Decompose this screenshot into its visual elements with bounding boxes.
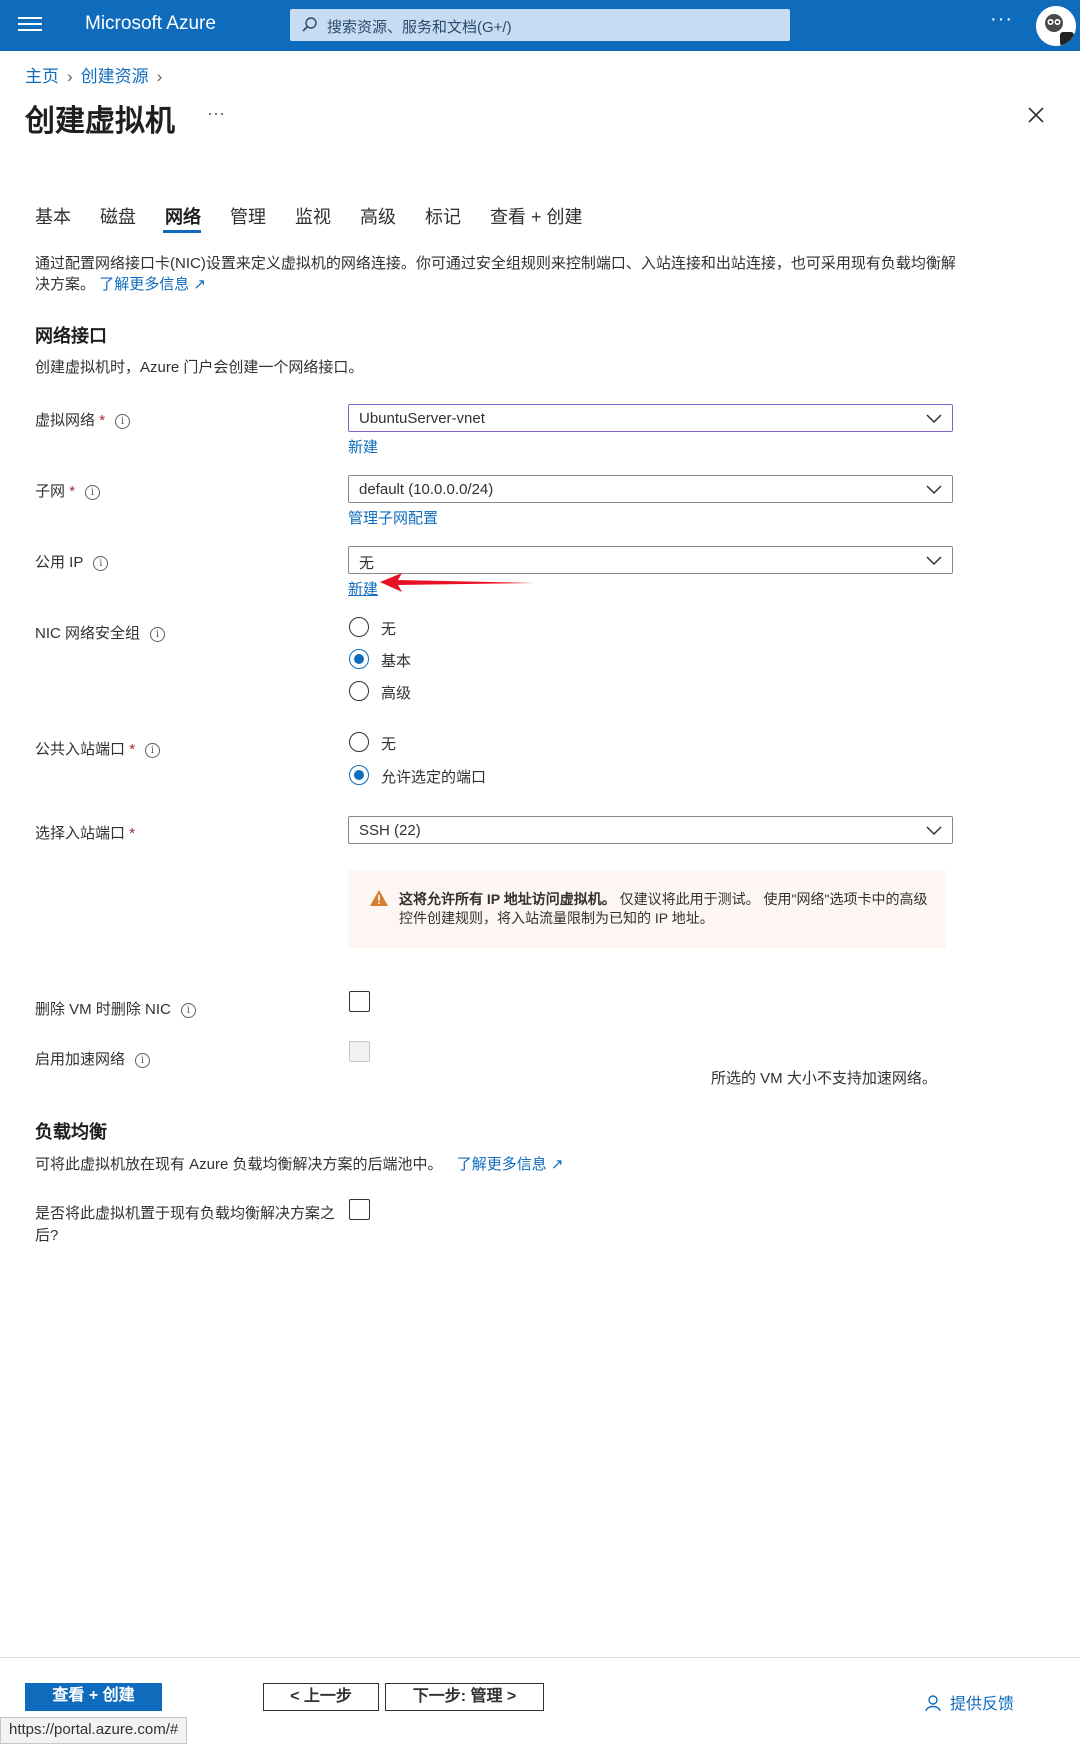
vnet-select[interactable]: UbuntuServer-vnet — [348, 404, 953, 432]
chevron-right-icon: › — [67, 67, 73, 86]
lb-section-heading: 负载均衡 — [35, 1122, 107, 1142]
vnet-label: 虚拟网络 * i — [35, 409, 131, 430]
lb-section-description: 可将此虚拟机放在现有 Azure 负载均衡解决方案的后端池中。 了解更多信息 ↗ — [35, 1156, 564, 1173]
chevron-down-icon — [926, 485, 942, 495]
chevron-right-icon: › — [156, 67, 163, 86]
inbound-ports-label: 选择入站端口 * — [35, 825, 136, 842]
tab-basics[interactable]: 基本 — [35, 203, 71, 229]
delete-nic-label: 删除 VM 时删除 NIC i — [35, 998, 196, 1019]
inbound-radio-none[interactable] — [349, 732, 369, 752]
info-icon[interactable]: i — [150, 627, 166, 642]
info-icon[interactable]: i — [180, 1003, 196, 1018]
feedback-link[interactable]: 提供反馈 — [924, 1690, 1014, 1714]
subnet-select[interactable]: default (10.0.0.0/24) — [348, 475, 953, 503]
chevron-down-icon — [926, 414, 942, 424]
brand-title[interactable]: Microsoft Azure — [85, 13, 216, 35]
tab-networking[interactable]: 网络 — [165, 203, 201, 229]
inbound-radio-allow-selected[interactable] — [349, 765, 369, 785]
tab-advanced[interactable]: 高级 — [360, 203, 396, 229]
user-avatar-icon — [1036, 6, 1076, 46]
warning-icon — [370, 890, 388, 906]
search-icon — [302, 17, 317, 32]
vnet-value: UbuntuServer-vnet — [359, 410, 485, 427]
more-options-icon[interactable]: ··· — [990, 8, 1013, 31]
top-bar: Microsoft Azure 搜索资源、服务和文档(G+/) ··· — [0, 0, 1080, 51]
annotation-arrow-icon — [380, 573, 535, 592]
info-icon[interactable]: i — [145, 743, 161, 758]
feedback-icon — [925, 1695, 941, 1712]
public-ip-value: 无 — [359, 555, 375, 572]
breadcrumb: 主页 › 创建资源 › — [25, 62, 170, 87]
avatar[interactable] — [1036, 6, 1076, 46]
nsg-radio-none-label: 无 — [381, 621, 397, 638]
vnet-create-new-link[interactable]: 新建 — [348, 436, 378, 457]
nsg-radio-basic-label: 基本 — [381, 653, 412, 670]
tab-tags[interactable]: 标记 — [425, 203, 461, 229]
review-create-button[interactable]: 查看 + 创建 — [25, 1683, 162, 1711]
external-link-icon: ↗ — [193, 276, 206, 293]
nic-nsg-label: NIC 网络安全组 i — [35, 622, 166, 643]
search-placeholder: 搜索资源、服务和文档(G+/) — [327, 19, 512, 36]
active-tab-indicator — [163, 230, 201, 233]
nsg-radio-advanced[interactable] — [349, 681, 369, 701]
menu-icon[interactable] — [18, 14, 42, 34]
public-ip-create-new-link[interactable]: 新建 — [348, 578, 378, 599]
breadcrumb-create-resource[interactable]: 创建资源 — [81, 67, 149, 86]
info-icon[interactable]: i — [115, 414, 131, 429]
lb-learn-more-link[interactable]: 了解更多信息 ↗ — [457, 1156, 564, 1173]
lb-question-label: 是否将此虚拟机置于现有负载均衡解决方案之后? — [35, 1205, 336, 1244]
info-icon[interactable]: i — [93, 556, 109, 571]
accel-net-label: 启用加速网络 i — [35, 1048, 151, 1069]
title-more-icon[interactable]: ··· — [207, 103, 225, 124]
intro-description: 通过配置网络接口卡(NIC)设置来定义虚拟机的网络连接。你可通过安全组规则来控制… — [35, 253, 970, 295]
info-icon[interactable]: i — [135, 1053, 151, 1068]
tab-review-create[interactable]: 查看 + 创建 — [490, 203, 583, 229]
manage-subnet-link[interactable]: 管理子网配置 — [348, 507, 438, 528]
inbound-radio-none-label: 无 — [381, 736, 397, 753]
inbound-ports-select[interactable]: SSH (22) — [348, 816, 953, 844]
next-button[interactable]: 下一步: 管理 > — [385, 1683, 544, 1711]
status-url: https://portal.azure.com/# — [0, 1717, 188, 1744]
breadcrumb-home[interactable]: 主页 — [25, 67, 59, 86]
public-ip-label: 公用 IP i — [35, 551, 109, 572]
chevron-down-icon — [926, 556, 942, 566]
close-icon[interactable] — [1025, 104, 1047, 126]
tab-disks[interactable]: 磁盘 — [100, 203, 136, 229]
nsg-radio-advanced-label: 高级 — [381, 685, 412, 702]
external-link-icon: ↗ — [550, 1156, 564, 1173]
inbound-ports-value: SSH (22) — [359, 822, 421, 839]
subnet-value: default (10.0.0.0/24) — [359, 481, 494, 498]
accel-net-note: 所选的 VM 大小不支持加速网络。 — [711, 1070, 937, 1087]
search-input[interactable]: 搜索资源、服务和文档(G+/) — [290, 9, 790, 41]
nsg-radio-basic[interactable] — [349, 649, 369, 669]
page-title: 创建虚拟机 — [25, 105, 175, 138]
inbound-radio-allow-selected-label: 允许选定的端口 — [381, 769, 487, 786]
chevron-down-icon — [926, 826, 942, 836]
warning-message: 这将允许所有 IP 地址访问虚拟机。 仅建议将此用于测试。 使用"网络"选项卡中… — [348, 870, 946, 948]
nsg-radio-none[interactable] — [349, 617, 369, 637]
previous-button[interactable]: < 上一步 — [263, 1683, 379, 1711]
subnet-label: 子网 * i — [35, 480, 101, 501]
public-inbound-label: 公共入站端口 * i — [35, 738, 161, 759]
info-icon[interactable]: i — [85, 485, 101, 500]
learn-more-link[interactable]: 了解更多信息 ↗ — [99, 276, 206, 293]
public-ip-select[interactable]: 无 — [348, 546, 953, 574]
nic-section-description: 创建虚拟机时，Azure 门户会创建一个网络接口。 — [35, 359, 364, 376]
lb-checkbox[interactable] — [349, 1199, 370, 1220]
accel-net-checkbox — [349, 1041, 370, 1062]
warning-bold-text: 这将允许所有 IP 地址访问虚拟机。 — [399, 891, 616, 907]
tab-management[interactable]: 管理 — [230, 203, 266, 229]
nic-section-heading: 网络接口 — [35, 326, 107, 346]
delete-nic-checkbox[interactable] — [349, 991, 370, 1012]
tab-monitoring[interactable]: 监视 — [295, 203, 331, 229]
